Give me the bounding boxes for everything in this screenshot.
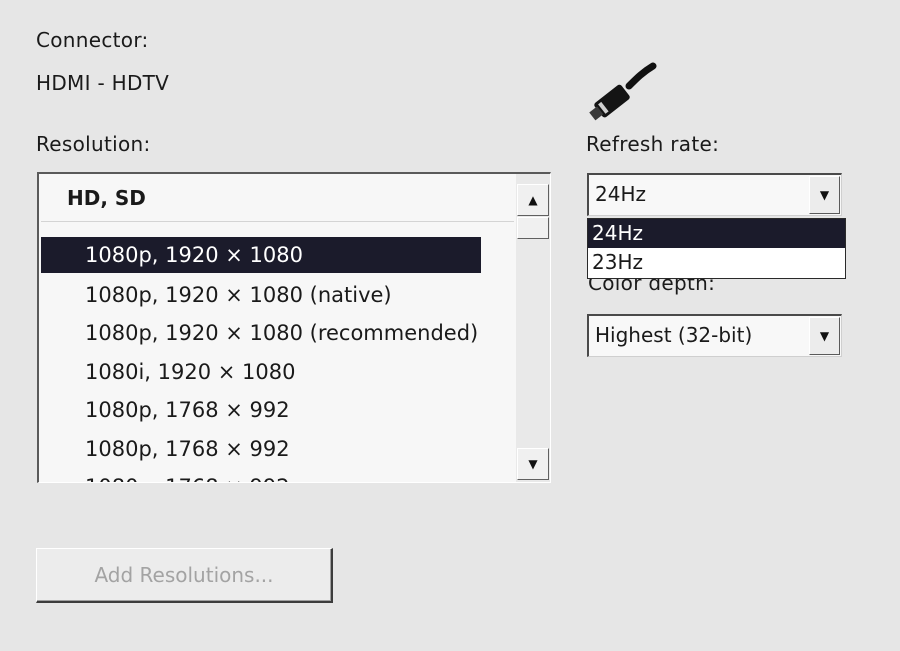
group-divider	[41, 221, 514, 222]
connector-label: Connector:	[36, 28, 149, 52]
vertical-scrollbar[interactable]: ▲ ▼	[516, 174, 550, 482]
chevron-down-icon: ▼	[819, 188, 830, 202]
hdmi-cable-icon	[589, 62, 657, 121]
chevron-down-icon: ▼	[819, 329, 830, 343]
scrollbar-thumb[interactable]	[517, 217, 549, 239]
refresh-rate-dropdown-button[interactable]: ▼	[809, 176, 840, 214]
resolution-listbox[interactable]: HD, SD 1080p, 1920 × 1080 1080p, 1920 × …	[37, 172, 551, 483]
arrow-up-icon: ▲	[528, 193, 538, 207]
refresh-rate-value: 24Hz	[595, 182, 646, 206]
color-depth-dropdown-button[interactable]: ▼	[809, 317, 840, 355]
resolution-list: 1080p, 1920 × 1080 1080p, 1920 × 1080 (n…	[41, 237, 481, 482]
resolution-label: Resolution:	[36, 132, 151, 156]
refresh-rate-label: Refresh rate:	[586, 132, 720, 156]
resolution-item[interactable]: 1080p, 1768 × 992	[41, 430, 481, 469]
connector-value: HDMI - HDTV	[36, 71, 170, 95]
refresh-rate-option[interactable]: 24Hz	[588, 219, 845, 248]
color-depth-select[interactable]: Highest (32-bit) ▼	[587, 314, 842, 357]
refresh-rate-dropdown-list: 24Hz 23Hz	[587, 218, 846, 279]
refresh-rate-select[interactable]: 24Hz ▼	[587, 173, 842, 216]
resolution-item[interactable]: 1080p, 1920 × 1080 (native)	[41, 276, 481, 315]
refresh-rate-option[interactable]: 23Hz	[588, 248, 845, 277]
arrow-down-icon: ▼	[528, 457, 538, 471]
resolution-item[interactable]: 1080i, 1920 × 1080	[41, 353, 481, 392]
resolution-item[interactable]: 1080p, 1768 × 992	[41, 391, 481, 430]
resolution-group-header: HD, SD	[67, 186, 146, 210]
resolution-item[interactable]: 1080p, 1920 × 1080 (recommended)	[41, 314, 481, 353]
resolution-item[interactable]: 1080p, 1920 × 1080	[41, 237, 481, 273]
scroll-up-button[interactable]: ▲	[517, 184, 549, 216]
resolution-item[interactable]: 1080p, 1768 × 992	[41, 468, 481, 482]
add-resolutions-button[interactable]: Add Resolutions...	[36, 548, 333, 603]
color-depth-value: Highest (32-bit)	[595, 323, 753, 347]
scroll-down-button[interactable]: ▼	[517, 448, 549, 480]
